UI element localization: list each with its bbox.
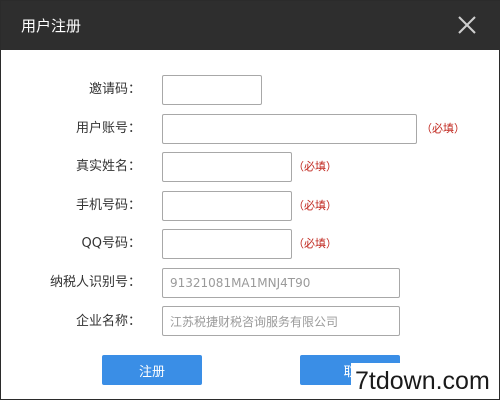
real-name-label: 真实姓名： — [75, 159, 141, 174]
title-bar: 用户注册 — [1, 1, 500, 50]
account-label: 用户账号： — [75, 121, 141, 136]
close-icon[interactable] — [453, 11, 481, 39]
account-input[interactable] — [162, 114, 417, 144]
tax-id-input[interactable] — [162, 268, 400, 298]
phone-input[interactable] — [162, 191, 292, 221]
qq-required-note: （必填） — [293, 237, 337, 250]
invite-code-input[interactable] — [162, 75, 262, 105]
register-button[interactable]: 注册 — [102, 355, 202, 385]
company-label: 企业名称： — [75, 314, 141, 329]
company-input[interactable] — [162, 306, 400, 336]
phone-required-note: （必填） — [293, 199, 337, 212]
real-name-input[interactable] — [162, 152, 292, 182]
invite-code-label: 邀请码： — [88, 82, 141, 97]
qq-input[interactable] — [162, 229, 292, 259]
account-required-note: （必填） — [421, 122, 465, 135]
watermark: 7tdown.com — [351, 363, 499, 399]
qq-label: QQ号码： — [81, 236, 141, 251]
dialog-title: 用户注册 — [21, 17, 82, 35]
tax-id-label: 纳税人识别号： — [49, 275, 141, 290]
register-dialog: 用户注册 邀请码： 用户账号： （必填） 真实姓名： （必填） 手机号码： （必… — [0, 0, 500, 400]
phone-label: 手机号码： — [75, 198, 141, 213]
real-name-required-note: （必填） — [293, 160, 337, 173]
